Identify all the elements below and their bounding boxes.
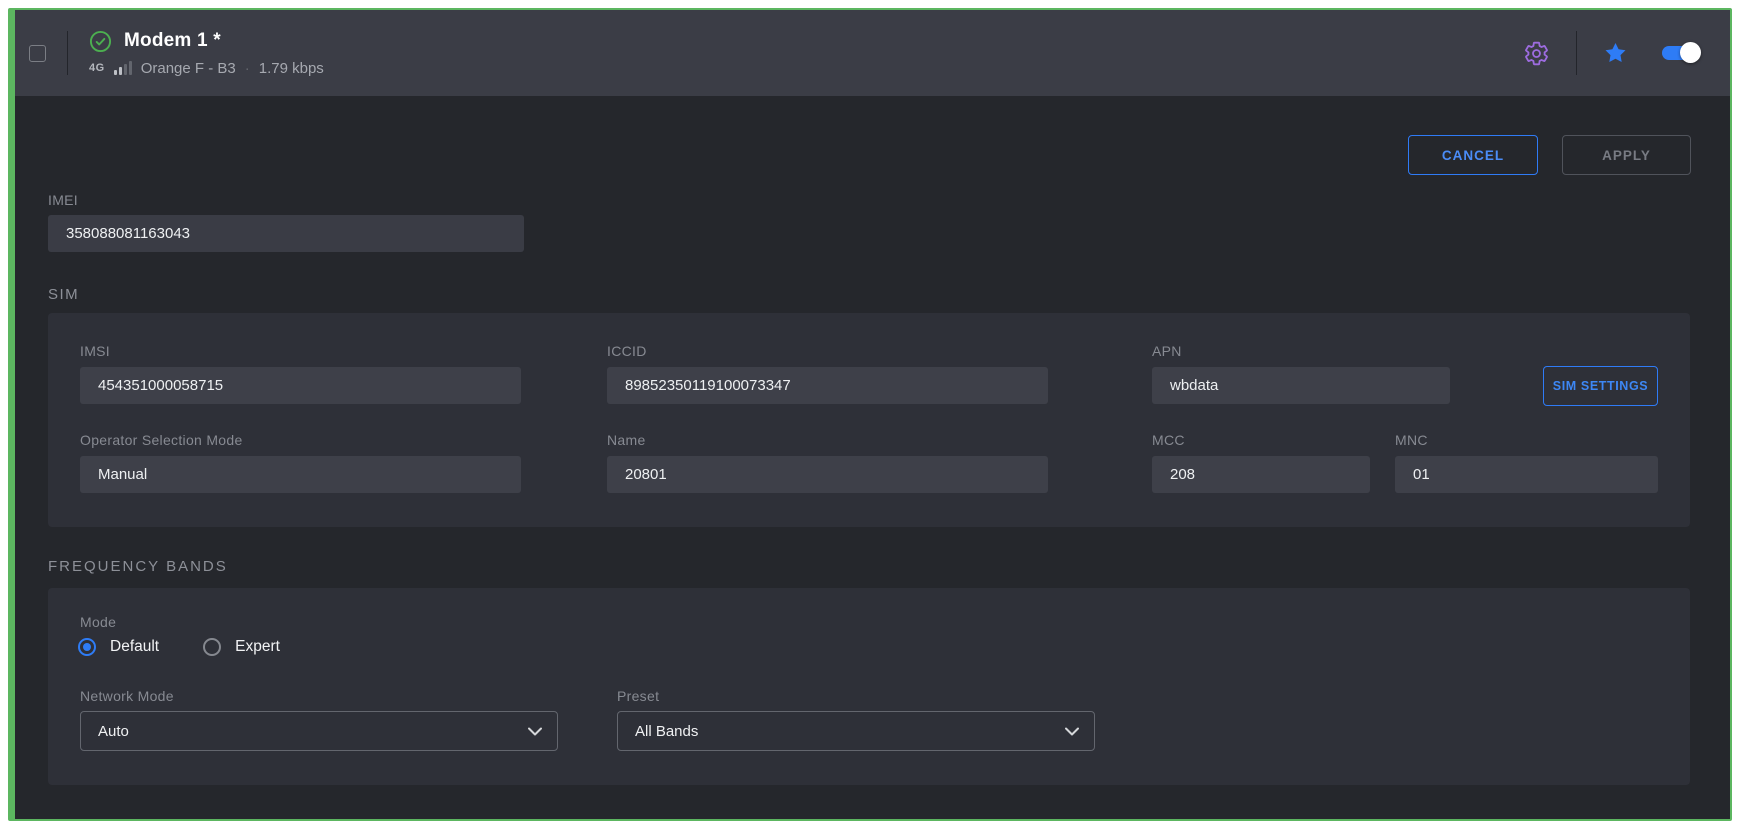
cancel-button[interactable]: CANCEL [1408,135,1538,175]
gear-icon [1523,40,1550,67]
operator-name: Orange F - B3 [141,60,236,77]
imsi-label: IMSI [80,343,110,359]
apn-input[interactable] [1152,367,1450,404]
modem-header: Modem 1 * 4G Orange F - B3 · 1.79 kbps [15,10,1730,96]
mode-radio-group: Default Expert [78,638,324,656]
frequency-bands-section-heading: FREQUENCY BANDS [48,558,228,575]
operator-selection-mode-input[interactable] [80,456,521,493]
modem-title-block: Modem 1 * 4G Orange F - B3 · 1.79 kbps [89,30,324,77]
modem-select-checkbox[interactable] [29,45,46,62]
header-actions [1523,31,1698,75]
dot-separator: · [245,60,250,77]
chevron-down-icon [528,727,542,736]
operator-selection-mode-label: Operator Selection Mode [80,432,243,448]
mode-default-label: Default [110,638,159,656]
frequency-bands-panel: Mode Default Expert Network Mode Auto Pr… [48,588,1690,785]
network-type-label: 4G [89,62,105,74]
preset-label: Preset [617,688,659,704]
mode-radio-default[interactable]: Default [78,638,159,656]
status-check-circle-icon [89,30,112,53]
name-input[interactable] [607,456,1048,493]
radio-selected-icon [78,638,96,656]
imsi-input[interactable] [80,367,521,404]
chevron-down-icon [1065,727,1079,736]
mnc-input[interactable] [1395,456,1658,493]
modem-settings-gear-button[interactable] [1523,40,1550,67]
favorite-star-button[interactable] [1603,41,1628,65]
mode-radio-expert[interactable]: Expert [203,638,280,656]
star-icon [1603,41,1628,65]
apply-button[interactable]: APPLY [1562,135,1691,175]
sim-panel: IMSI ICCID APN SIM SETTINGS Operator Sel… [48,313,1690,527]
imei-label: IMEI [48,192,78,208]
name-label: Name [607,432,646,448]
sim-section-heading: SIM [48,286,79,303]
network-mode-label: Network Mode [80,688,174,704]
preset-value: All Bands [635,723,698,740]
iccid-input[interactable] [607,367,1048,404]
iccid-label: ICCID [607,343,647,359]
mcc-label: MCC [1152,432,1185,448]
preset-dropdown[interactable]: All Bands [617,711,1095,751]
network-mode-dropdown[interactable]: Auto [80,711,558,751]
modem-settings-page: Modem 1 * 4G Orange F - B3 · 1.79 kbps [8,8,1732,821]
imei-input[interactable] [48,215,524,252]
radio-unselected-icon [203,638,221,656]
sim-settings-button[interactable]: SIM SETTINGS [1543,366,1658,406]
modem-power-toggle[interactable] [1662,46,1698,60]
header-divider [67,31,68,75]
toggle-knob [1680,42,1701,63]
apn-label: APN [1152,343,1182,359]
header-actions-divider [1576,31,1577,75]
mnc-label: MNC [1395,432,1428,448]
mode-label: Mode [80,614,116,630]
modem-title: Modem 1 * [124,30,221,52]
network-mode-value: Auto [98,723,129,740]
signal-strength-icon [114,61,132,75]
mode-expert-label: Expert [235,638,280,656]
data-speed: 1.79 kbps [259,60,324,77]
mcc-input[interactable] [1152,456,1370,493]
